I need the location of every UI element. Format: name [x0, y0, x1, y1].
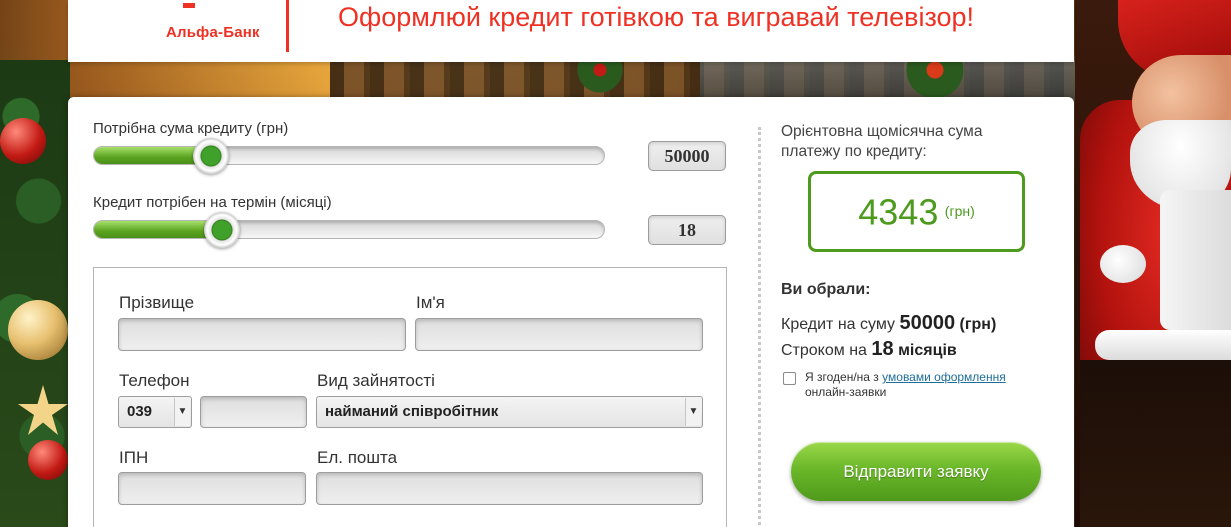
monthly-payment-box: 4343 (грн)	[808, 171, 1025, 252]
employment-value: найманий співробітник	[325, 403, 499, 420]
logo-a-mark	[183, 3, 195, 8]
page-title: Оформлюй кредит готівкою та вигравай тел…	[338, 2, 975, 32]
surname-label: Прізвище	[119, 293, 195, 312]
alfa-bank-logo[interactable]: Альфа-Банк	[112, 0, 262, 62]
selected-term-prefix: Строком на	[781, 342, 867, 359]
consent-prefix: Я згоден/на з	[805, 370, 879, 384]
selected-term-value: 18	[871, 338, 894, 360]
monthly-payment-value: 4343	[858, 191, 939, 233]
logo-text: Альфа-Банк	[166, 24, 260, 41]
selected-amount-prefix: Кредит на суму	[781, 316, 895, 333]
ipn-input[interactable]	[118, 472, 306, 505]
email-label: Ел. пошта	[317, 448, 398, 467]
selected-amount-unit: (грн)	[959, 316, 997, 333]
santa-lower	[1080, 360, 1231, 527]
amount-value[interactable]: 50000	[648, 141, 726, 171]
consent-text: Я згоден/на з умовами оформлення онлайн-…	[805, 370, 1065, 400]
phone-label: Телефон	[119, 371, 190, 390]
credit-application-card: Потрібна сума кредиту (грн) 50000 Кредит…	[68, 97, 1074, 527]
gold-ornament	[8, 300, 68, 360]
consent-suffix: онлайн-заявки	[805, 385, 887, 399]
consent-checkbox[interactable]	[783, 372, 796, 385]
term-value[interactable]: 18	[648, 215, 726, 245]
term-slider[interactable]	[93, 212, 605, 248]
employment-select[interactable]: найманий співробітник ▼	[316, 396, 703, 428]
red-ornament	[0, 118, 46, 164]
personal-data-form: Прізвище Ім'я Телефон Вид зайнятості 039…	[93, 267, 727, 527]
chevron-down-icon: ▼	[174, 398, 190, 426]
terms-link[interactable]: умовами оформлення	[882, 370, 1006, 384]
phone-code-value: 039	[127, 403, 153, 420]
amount-slider-label: Потрібна сума кредиту (грн)	[93, 120, 289, 137]
phone-number-input[interactable]	[200, 396, 307, 428]
selection-heading: Ви обрали:	[781, 281, 871, 298]
header-divider	[286, 0, 289, 52]
selected-term-line: Строком на 18 місяців	[781, 338, 957, 361]
ipn-label: ІПН	[119, 448, 149, 467]
employment-label: Вид зайнятості	[317, 371, 435, 390]
name-input[interactable]	[415, 318, 703, 351]
promo-header: Альфа-Банк Оформлюй кредит готівкою та в…	[68, 0, 1074, 62]
selected-term-unit: місяців	[898, 342, 957, 359]
santa-fur	[1160, 190, 1231, 330]
submit-application-button[interactable]: Відправити заявку	[791, 442, 1041, 501]
monthly-payment-unit: (грн)	[944, 203, 975, 220]
chevron-down-icon: ▼	[685, 398, 701, 426]
term-slider-handle[interactable]	[203, 212, 240, 248]
santa-glove	[1100, 245, 1146, 283]
amount-slider-handle[interactable]	[193, 138, 230, 174]
email-input[interactable]	[316, 472, 703, 505]
term-slider-label: Кредит потрібен на термін (місяці)	[93, 194, 332, 211]
amount-slider[interactable]	[93, 138, 605, 174]
name-label: Ім'я	[416, 293, 445, 312]
selected-amount-value: 50000	[899, 312, 956, 334]
surname-input[interactable]	[118, 318, 406, 351]
section-divider	[758, 127, 761, 527]
selected-amount-line: Кредит на суму 50000 (грн)	[781, 312, 996, 335]
term-slider-fill	[94, 221, 222, 238]
red-ornament	[28, 440, 68, 480]
phone-code-select[interactable]: 039 ▼	[118, 396, 192, 428]
santa-cuff	[1095, 330, 1231, 360]
monthly-payment-label: Орієнтовна щомісячна сума платежу по кре…	[781, 123, 983, 160]
